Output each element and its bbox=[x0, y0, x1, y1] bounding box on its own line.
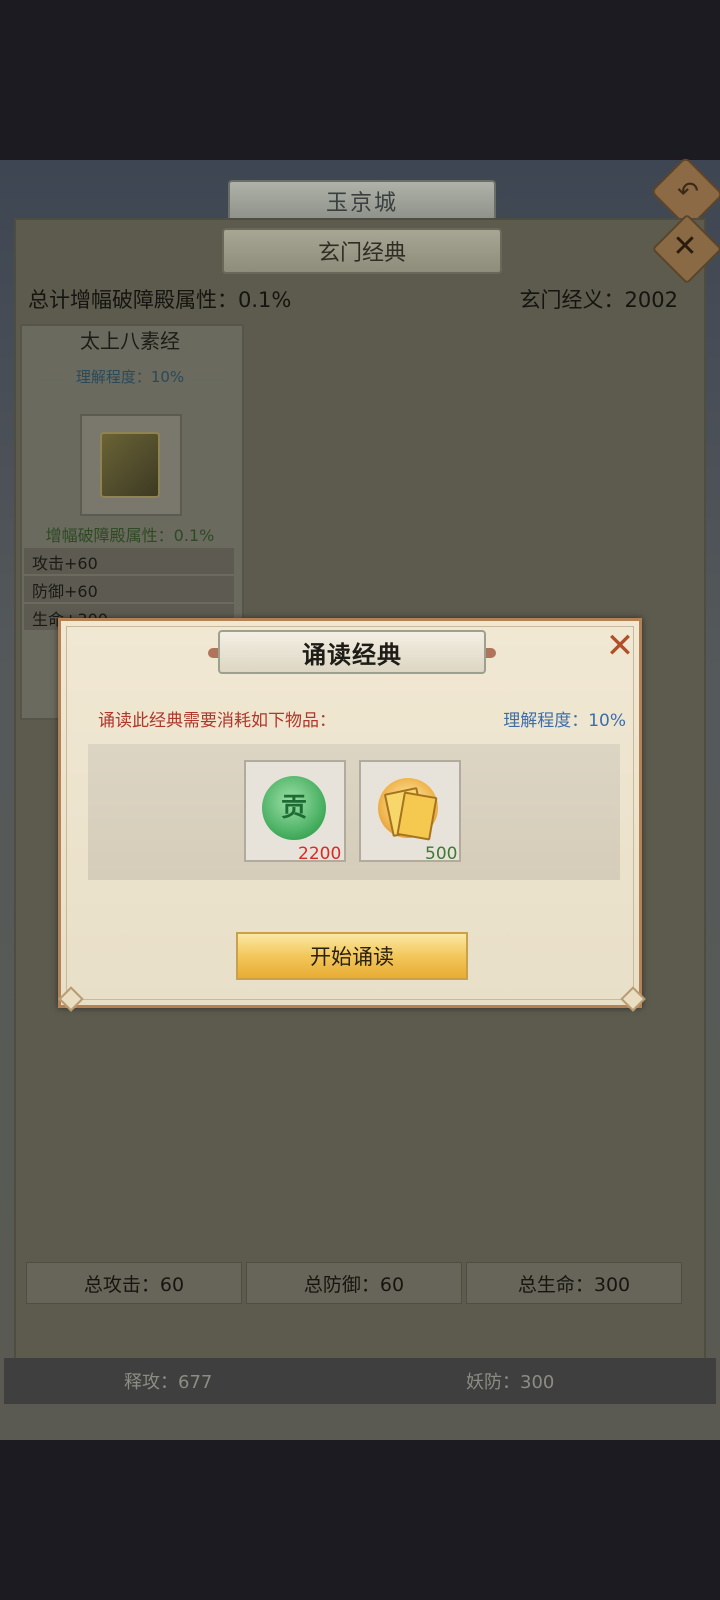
cost-description: 诵读此经典需要消耗如下物品： bbox=[98, 711, 336, 731]
total-life: 总生命：300 bbox=[466, 1262, 682, 1304]
understanding-level: 理解程度：10% bbox=[503, 711, 626, 731]
total-bonus-label: 总计增幅破障殿属性：0.1% bbox=[28, 288, 292, 312]
dialog-title-banner: 诵读经典 bbox=[218, 630, 486, 674]
scripture-progress-text: 理解程度：10% bbox=[69, 368, 191, 386]
book-icon bbox=[100, 432, 160, 498]
bottom-stats-bar bbox=[4, 1358, 716, 1404]
bottom-stat-right: 妖防：300 bbox=[466, 1372, 555, 1393]
total-defense-text: 总防御：60 bbox=[303, 1273, 405, 1296]
card-stat-attack: 攻击+60 bbox=[32, 554, 98, 573]
scripture-bonus: 增幅破障殿属性：0.1% bbox=[45, 526, 215, 545]
scripture-card-title: 太上八素经 bbox=[80, 329, 180, 353]
item-count: 2200 bbox=[298, 844, 342, 864]
scripture-progress: 理解程度：10% bbox=[30, 366, 230, 387]
cost-items-strip bbox=[88, 744, 620, 880]
start-recite-button[interactable]: 开始诵读 bbox=[236, 932, 468, 980]
city-title: 玉京城 bbox=[325, 191, 398, 216]
city-title-banner: 玉京城 bbox=[228, 180, 496, 222]
xuanmen-points-label: 玄门经义：2002 bbox=[519, 288, 678, 312]
panel-title-banner: 玄门经典 bbox=[222, 228, 502, 274]
bottom-letterbox bbox=[0, 1440, 720, 1600]
total-attack-text: 总攻击：60 bbox=[83, 1273, 185, 1296]
bottom-stat-left: 释攻：677 bbox=[124, 1372, 213, 1393]
close-icon[interactable]: ✕ bbox=[662, 224, 708, 270]
panel-title: 玄门经典 bbox=[317, 241, 406, 266]
top-letterbox bbox=[0, 0, 720, 160]
contribution-token-icon: 贡 bbox=[262, 776, 326, 840]
item-count: 500 bbox=[425, 844, 458, 864]
total-defense: 总防御：60 bbox=[246, 1262, 462, 1304]
dialog-title: 诵读经典 bbox=[302, 640, 402, 669]
start-recite-label: 开始诵读 bbox=[310, 945, 394, 969]
card-stat-defense: 防御+60 bbox=[32, 582, 98, 601]
total-life-text: 总生命：300 bbox=[517, 1273, 631, 1296]
total-attack: 总攻击：60 bbox=[26, 1262, 242, 1304]
dialog-close-button[interactable]: ✕ bbox=[604, 629, 636, 663]
back-arrow-icon[interactable]: ↶ bbox=[668, 172, 708, 212]
